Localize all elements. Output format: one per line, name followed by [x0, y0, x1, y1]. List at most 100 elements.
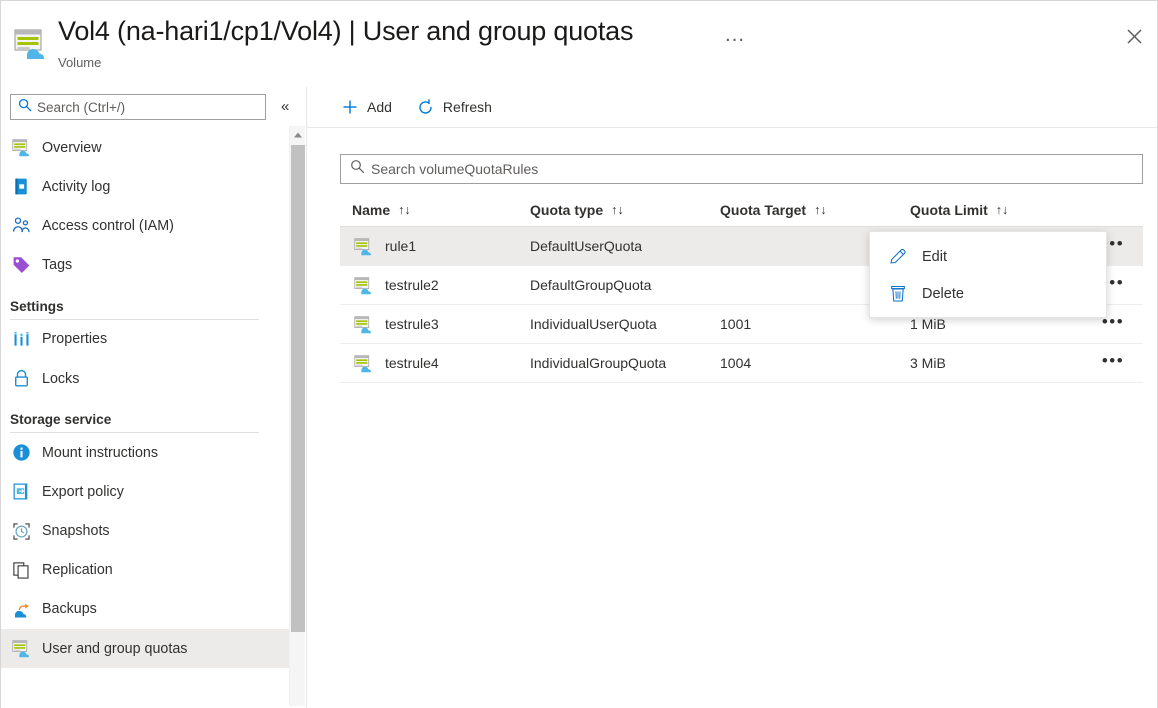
sidebar-item-mount-instructions[interactable]: Mount instructions — [1, 433, 289, 472]
replication-copy-icon — [10, 559, 32, 581]
cell-quota-target: 1004 — [720, 355, 752, 371]
lock-icon — [10, 368, 32, 390]
sidebar-item-label: Replication — [42, 562, 113, 579]
activity-log-icon — [10, 176, 32, 198]
cell-name: testrule3 — [340, 313, 530, 335]
cell-quota-limit: 1 MiB — [910, 316, 946, 332]
menu-item-delete[interactable]: Delete — [870, 275, 1106, 312]
sidebar-item-tags[interactable]: Tags — [1, 246, 289, 285]
add-button-label: Add — [367, 99, 392, 115]
page-subtitle: Volume — [58, 55, 102, 70]
sidebar-nav-list: Overview Activity log Access control (IAM)… — [1, 128, 289, 708]
sidebar-item-user-and-group-quotas[interactable]: User and group quotas — [1, 629, 289, 669]
row-more-actions-button[interactable]: ••• — [1095, 313, 1131, 332]
sidebar-item-label: Mount instructions — [42, 444, 159, 461]
volume-icon — [10, 638, 32, 660]
sidebar-item-label: Export policy — [42, 483, 124, 500]
sidebar-item-properties[interactable]: Properties — [1, 320, 289, 359]
add-button[interactable]: Add — [340, 92, 402, 122]
column-header-quota-type[interactable]: Quota type ↑↓ — [530, 202, 720, 218]
table-row[interactable]: testrule4 IndividualGroupQuota 1004 3 MiB ••… — [340, 344, 1143, 383]
pencil-icon — [888, 247, 908, 267]
properties-icon — [10, 328, 32, 350]
sidebar-item-overview[interactable]: Overview — [1, 128, 289, 167]
search-icon — [18, 98, 32, 117]
sidebar-item-activity-log[interactable]: Activity log — [1, 167, 289, 206]
sort-arrows-icon[interactable]: ↑↓ — [398, 203, 411, 217]
sidebar-collapse-button[interactable]: « — [281, 97, 289, 117]
column-header-quota-target[interactable]: Quota Target ↑↓ — [720, 202, 910, 218]
column-header-label: Quota Limit — [910, 202, 988, 218]
cell-name: testrule4 — [340, 352, 530, 374]
volume-icon — [352, 235, 374, 257]
sidebar-item-label: Activity log — [42, 178, 111, 195]
refresh-button-label: Refresh — [442, 99, 492, 115]
backup-cloud-icon — [10, 598, 32, 620]
column-header-label: Name — [352, 202, 391, 218]
rule-name-label: testrule2 — [385, 277, 439, 293]
sort-arrows-icon[interactable]: ↑↓ — [611, 203, 624, 217]
plus-icon — [340, 97, 360, 117]
search-icon — [350, 159, 365, 179]
sidebar-item-export-policy[interactable]: Export policy — [1, 472, 289, 511]
access-control-icon — [10, 215, 32, 237]
cell-quota-type: DefaultGroupQuota — [530, 277, 652, 293]
sidebar-item-replication[interactable]: Replication — [1, 551, 289, 590]
info-icon — [10, 442, 32, 464]
header-more-menu-button[interactable]: … — [724, 24, 746, 45]
cell-name: rule1 — [340, 235, 530, 257]
menu-item-edit[interactable]: Edit — [870, 238, 1106, 275]
close-icon[interactable] — [1119, 21, 1149, 51]
rule-name-label: rule1 — [385, 238, 417, 254]
volume-icon — [352, 274, 374, 296]
blade-content: Add Refresh Nam — [307, 87, 1157, 708]
sidebar-item-label: Backups — [42, 601, 97, 618]
refresh-button[interactable]: Refresh — [416, 92, 502, 122]
cell-quota-type: IndividualUserQuota — [530, 316, 657, 332]
volume-icon — [352, 313, 374, 335]
cell-quota-target: 1001 — [720, 316, 752, 332]
cell-name: testrule2 — [340, 274, 530, 296]
sidebar-item-label: Properties — [42, 331, 108, 348]
refresh-icon — [416, 97, 436, 117]
sidebar-item-snapshots[interactable]: Snapshots — [1, 512, 289, 551]
sidebar-scrollbar[interactable] — [289, 126, 305, 706]
cell-quota-type: IndividualGroupQuota — [530, 355, 667, 371]
grid-search-box[interactable] — [340, 154, 1143, 184]
column-header-quota-limit[interactable]: Quota Limit ↑↓ — [910, 202, 1095, 218]
azure-portal-blade: Vol4 (na-hari1/cp1/Vol4) | User and grou… — [0, 0, 1158, 708]
row-more-actions-button[interactable]: ••• — [1095, 352, 1131, 371]
cell-quota-type: DefaultUserQuota — [530, 238, 643, 254]
sidebar-item-access-control-iam[interactable]: Access control (IAM) — [1, 206, 289, 245]
page-title: Vol4 (na-hari1/cp1/Vol4) | User and grou… — [58, 16, 634, 46]
blade-sidebar: « Overview Activity log Access control (IA… — [1, 87, 307, 708]
scroll-up-arrow-icon[interactable] — [290, 126, 306, 143]
sidebar-item-label: User and group quotas — [42, 640, 188, 657]
sidebar-group-title: Storage service — [10, 412, 112, 428]
sidebar-item-locks[interactable]: Locks — [1, 359, 289, 398]
menu-item-label: Delete — [922, 285, 964, 302]
sidebar-search-box[interactable] — [10, 94, 266, 120]
trash-icon — [888, 284, 908, 304]
cell-quota-limit: 3 MiB — [910, 355, 946, 371]
sidebar-item-label: Overview — [42, 139, 102, 156]
sidebar-search-row: « — [1, 94, 307, 130]
column-header-name[interactable]: Name ↑↓ — [340, 202, 530, 218]
sidebar-item-label: Tags — [42, 257, 73, 274]
blade-header: Vol4 (na-hari1/cp1/Vol4) | User and grou… — [1, 1, 1157, 87]
snapshot-clock-icon — [10, 520, 32, 542]
grid-search-input[interactable] — [371, 157, 1142, 181]
export-policy-icon — [10, 481, 32, 503]
sidebar-item-label: Snapshots — [42, 523, 110, 540]
sidebar-scrollbar-thumb[interactable] — [291, 145, 305, 632]
sort-arrows-icon[interactable]: ↑↓ — [814, 203, 827, 217]
sidebar-item-backups[interactable]: Backups — [1, 590, 289, 629]
volume-icon — [10, 24, 50, 64]
volume-icon — [10, 137, 32, 159]
command-bar: Add Refresh — [307, 87, 1157, 128]
volume-icon — [352, 352, 374, 374]
sort-arrows-icon[interactable]: ↑↓ — [996, 203, 1009, 217]
sidebar-search-input[interactable] — [37, 96, 265, 118]
rule-name-label: testrule3 — [385, 316, 439, 332]
column-header-label: Quota Target — [720, 202, 807, 218]
